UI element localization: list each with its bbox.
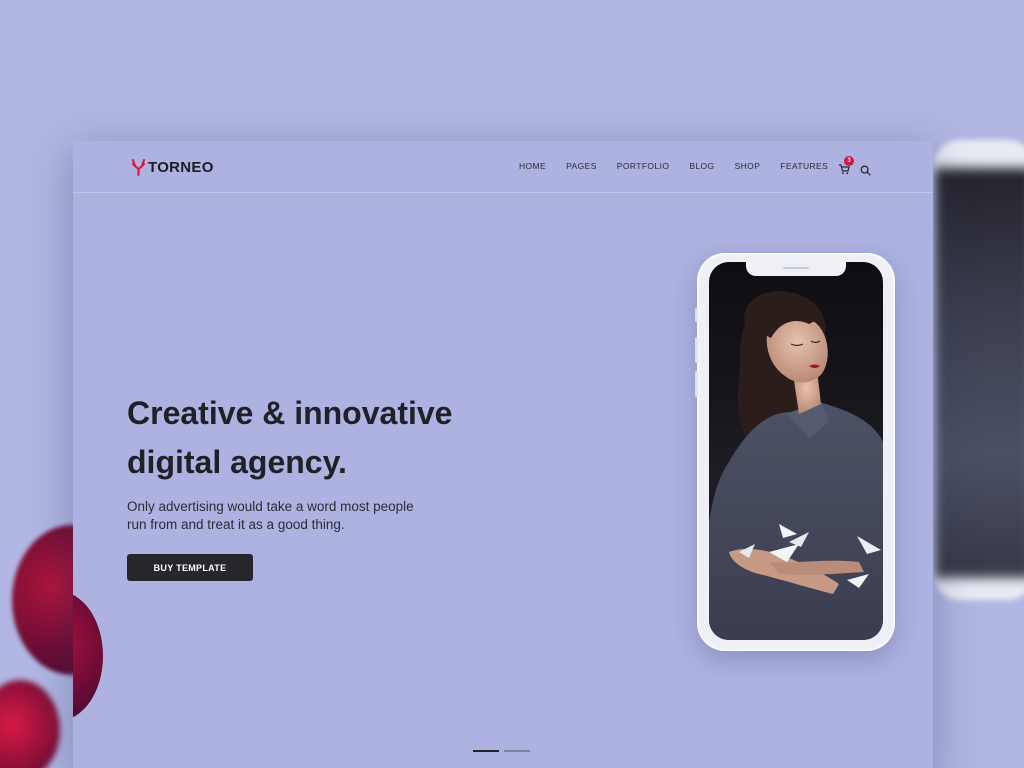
decorative-blob	[73, 591, 103, 721]
buy-template-button[interactable]: BUY TEMPLATE	[127, 554, 253, 581]
nav-item-features[interactable]: FEATURES	[780, 161, 828, 171]
phone-side-button	[695, 371, 698, 397]
background-blob	[0, 680, 60, 768]
site-header: TORNEO HOME PAGES PORTFOLIO BLOG SHOP FE…	[73, 141, 933, 193]
hero-subtext: Only advertising would take a word most …	[127, 498, 457, 534]
cart-count-badge: 3	[844, 156, 854, 166]
nav-item-pages[interactable]: PAGES	[566, 161, 597, 171]
logo[interactable]: TORNEO	[131, 158, 214, 176]
nav-item-home[interactable]: HOME	[519, 161, 546, 171]
subtext-line-2: run from and treat it as a good thing.	[127, 517, 345, 532]
nav-item-shop[interactable]: SHOP	[735, 161, 761, 171]
main-nav: HOME PAGES PORTFOLIO BLOG SHOP FEATURES	[519, 161, 848, 171]
background-phone-mockup	[934, 140, 1024, 600]
logo-text: TORNEO	[148, 158, 214, 176]
search-icon	[860, 165, 871, 176]
phone-side-button	[695, 337, 698, 363]
slider-pagination	[473, 750, 530, 752]
slide-indicator[interactable]	[504, 750, 530, 752]
landing-page: TORNEO HOME PAGES PORTFOLIO BLOG SHOP FE…	[73, 141, 933, 768]
woman-with-paper-boats-photo	[709, 291, 883, 640]
phone-side-button	[695, 308, 698, 322]
search-button[interactable]	[860, 161, 871, 176]
nav-item-blog[interactable]: BLOG	[689, 161, 714, 171]
antler-logo-icon	[132, 159, 145, 176]
headline-line-1: Creative & innovative	[127, 395, 453, 431]
phone-mockup	[695, 253, 895, 651]
headline-line-2: digital agency.	[127, 444, 347, 480]
subtext-line-1: Only advertising would take a word most …	[127, 499, 414, 514]
nav-item-portfolio[interactable]: PORTFOLIO	[617, 161, 670, 171]
phone-notch	[746, 262, 846, 276]
phone-screen	[709, 262, 883, 640]
hero-headline: Creative & innovative digital agency.	[127, 389, 547, 487]
cart-button[interactable]: 3	[838, 156, 854, 175]
slide-indicator[interactable]	[473, 750, 499, 752]
